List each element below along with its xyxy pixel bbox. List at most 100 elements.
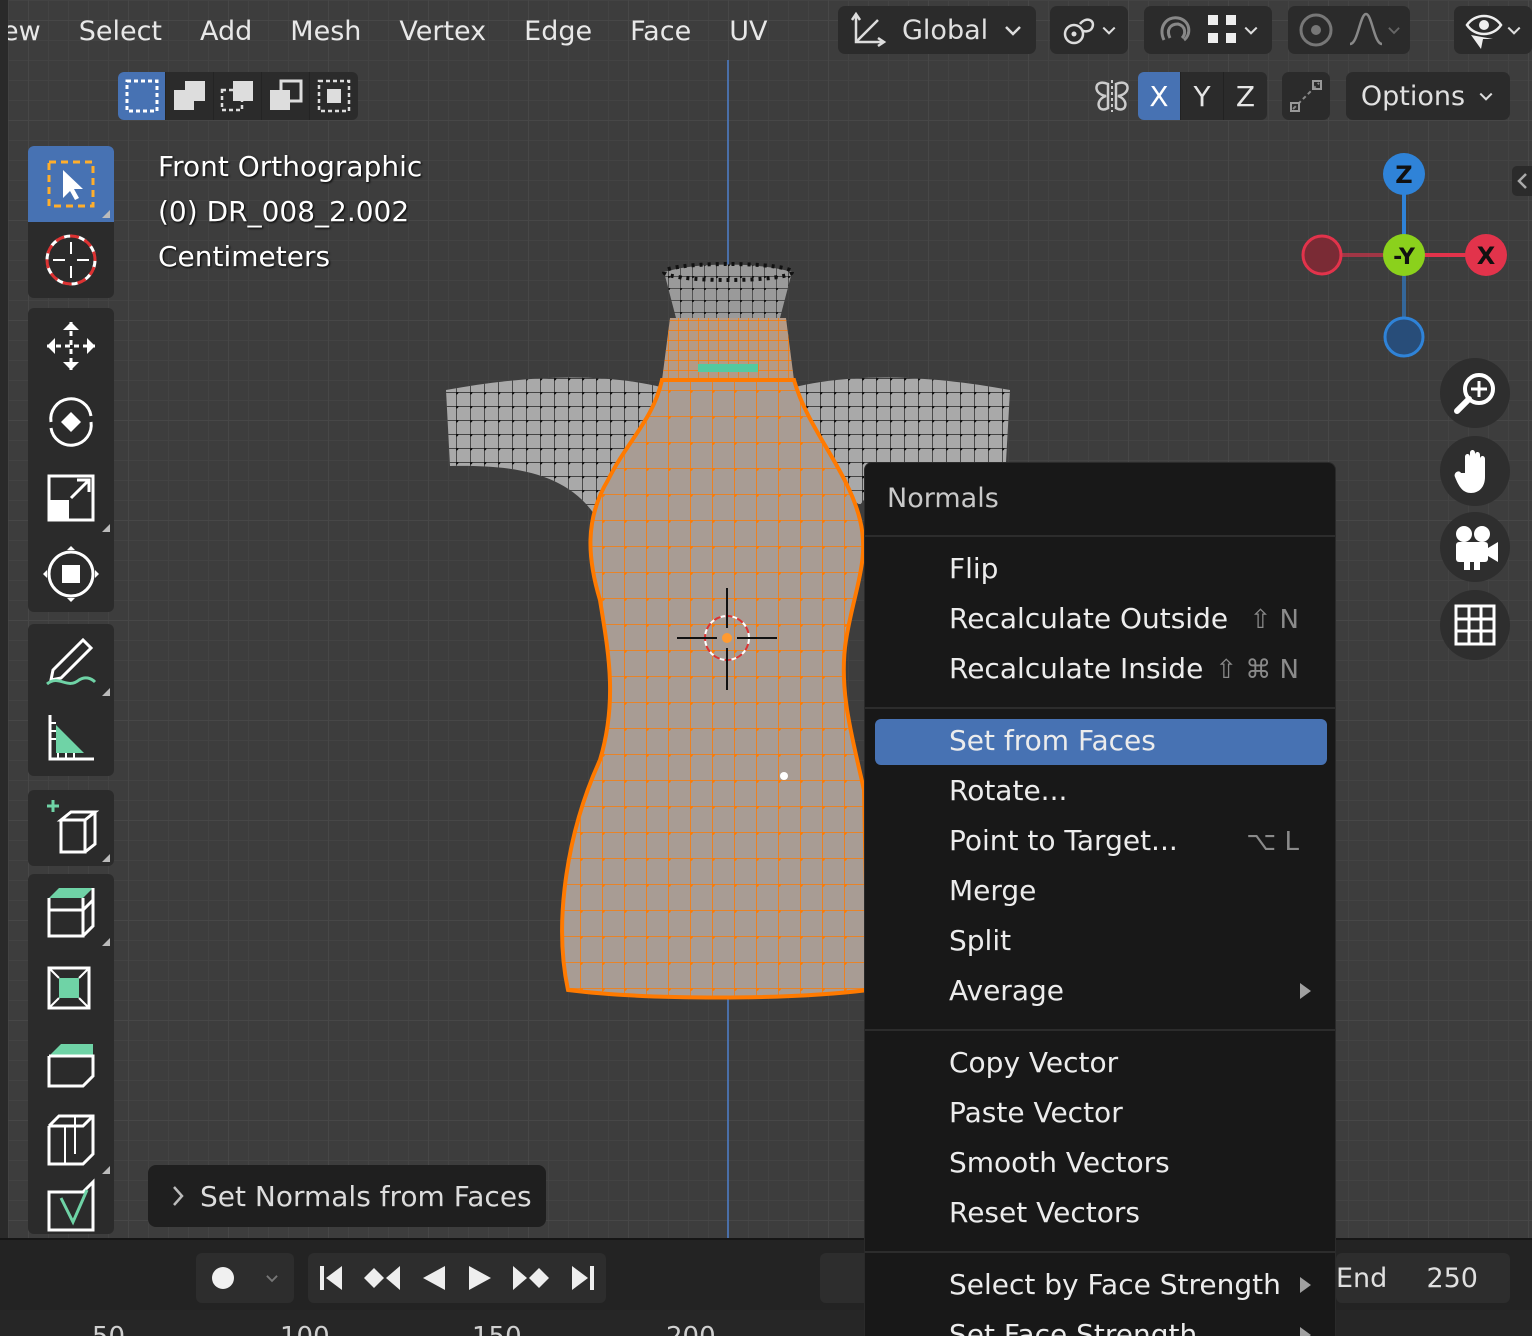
object-name-label: (0) DR_008_2.002 [158,195,410,228]
menu-item-recalculate-inside[interactable]: Recalculate Inside ⇧ ⌘ N [875,647,1327,693]
chevron-down-icon[interactable] [264,1270,280,1286]
start-frame-field[interactable] [820,1253,870,1303]
play-icon[interactable] [465,1263,495,1293]
play-reverse-icon[interactable] [419,1263,449,1293]
tool-add-cube[interactable] [28,790,114,866]
end-frame-field[interactable]: End 250 [1336,1253,1510,1303]
menu-item-average[interactable]: Average [875,969,1327,1015]
tool-knife[interactable] [28,1178,114,1234]
pan-button[interactable] [1440,436,1510,506]
menu-item-paste-vector[interactable]: Paste Vector [875,1091,1327,1137]
select-invert-icon [269,79,302,110]
tool-scale[interactable] [28,460,114,536]
menu-select[interactable]: Select [60,16,181,47]
select-invert-button[interactable] [262,72,310,120]
menu-item-select-by-face-strength[interactable]: Select by Face Strength [875,1263,1327,1309]
camera-view-button[interactable] [1440,512,1510,582]
zoom-button[interactable] [1440,358,1510,428]
overlay-visibility-dropdown[interactable] [1454,6,1532,54]
select-box-icon [125,79,158,113]
menu-item-recalculate-outside[interactable]: Recalculate Outside ⇧ N [875,597,1327,643]
select-new-button[interactable] [118,72,166,120]
menu-item-split[interactable]: Split [875,919,1327,965]
gizmo-y-label: -Y [1393,245,1416,270]
menu-item-flip[interactable]: Flip [875,547,1327,593]
tool-cursor[interactable] [28,222,114,298]
camera-icon [1456,526,1498,570]
select-subtract-button[interactable] [214,72,262,120]
menu-vertex[interactable]: Vertex [380,16,505,47]
mirror-x-toggle[interactable]: X [1138,72,1181,120]
last-operator-panel[interactable]: Set Normals from Faces [148,1165,546,1227]
snap-group [1144,6,1272,54]
chevron-down-icon [1507,26,1521,35]
topology-mirror-icon [1290,80,1322,112]
loop-cut-icon [47,1114,95,1166]
submenu-arrow-icon [1300,983,1311,999]
menu-view[interactable]: ew [8,16,60,47]
gizmo-z-label: Z [1395,161,1412,189]
mirror-z-toggle[interactable]: Z [1224,72,1267,120]
orientation-axes-icon [850,11,887,48]
ruler-tick: 150 [472,1322,522,1336]
knife-poly-icon [47,1178,95,1232]
ortho-toggle-button[interactable] [1440,590,1510,660]
normals-context-menu: Normals Flip Recalculate Outside ⇧ N Rec… [864,462,1336,1336]
jump-start-icon[interactable] [316,1263,346,1293]
units-label: Centimeters [158,240,331,273]
menu-item-copy-vector[interactable]: Copy Vector [875,1041,1327,1087]
sidebar-toggle-arrow[interactable] [1512,166,1532,196]
tool-loop-cut[interactable] [28,1102,114,1178]
snap-increment-icon[interactable] [1204,11,1242,49]
menu-item-set-face-strength[interactable]: Set Face Strength [875,1313,1327,1336]
menu-item-rotate[interactable]: Rotate... [875,769,1327,815]
record-icon[interactable] [210,1265,236,1291]
menu-add[interactable]: Add [181,16,271,47]
tool-inset[interactable] [28,950,114,1026]
tool-move[interactable] [28,308,114,384]
hand-icon [1454,450,1485,493]
menu-item-reset-vectors[interactable]: Reset Vectors [875,1191,1327,1237]
toolbar-add-group [28,790,114,866]
navigation-gizmo[interactable]: Z X -Y [1292,150,1522,370]
pivot-icon [1063,18,1095,45]
topology-mirror-button[interactable] [1282,72,1330,120]
ruler-tick: 100 [280,1322,330,1336]
menu-item-set-from-faces[interactable]: Set from Faces [875,719,1327,765]
mirror-y-toggle[interactable]: Y [1181,72,1224,120]
options-dropdown[interactable]: Options [1346,72,1510,120]
pivot-point-dropdown[interactable] [1050,6,1128,54]
toolbar-transform-group [28,308,114,612]
jump-end-icon[interactable] [568,1263,598,1293]
tool-extrude[interactable] [28,874,114,950]
select-intersect-icon [317,79,351,113]
menu-uv[interactable]: UV [710,16,786,47]
menu-edge[interactable]: Edge [505,16,611,47]
menu-item-merge[interactable]: Merge [875,869,1327,915]
tool-measure[interactable] [28,700,114,776]
tool-select-box[interactable] [28,146,114,222]
menu-mesh[interactable]: Mesh [271,16,380,47]
select-intersect-button[interactable] [310,72,358,120]
chevron-down-icon[interactable] [1242,21,1260,39]
gizmo-x-label: X [1477,242,1496,270]
select-extend-button[interactable] [166,72,214,120]
tool-annotate[interactable] [28,624,114,700]
select-subtract-icon [220,81,253,112]
chevron-left-icon [1517,173,1527,189]
proportional-editing-icon[interactable] [1296,10,1336,50]
next-keyframe-icon[interactable] [511,1263,551,1293]
tool-bevel[interactable] [28,1026,114,1102]
submenu-arrow-icon [1300,1277,1311,1293]
menu-face[interactable]: Face [611,16,710,47]
falloff-curve-icon[interactable] [1346,10,1386,50]
transform-orientation-dropdown[interactable]: Global [838,6,1036,54]
tool-rotate[interactable] [28,384,114,460]
chevron-down-icon[interactable] [1386,22,1402,38]
menu-item-smooth-vectors[interactable]: Smooth Vectors [875,1141,1327,1187]
menu-item-point-to-target[interactable]: Point to Target... ⌥ L [875,819,1327,865]
prev-keyframe-icon[interactable] [362,1263,402,1293]
magnet-icon[interactable] [1156,10,1196,50]
proportional-editing-group [1288,6,1410,54]
tool-transform[interactable] [28,536,114,612]
